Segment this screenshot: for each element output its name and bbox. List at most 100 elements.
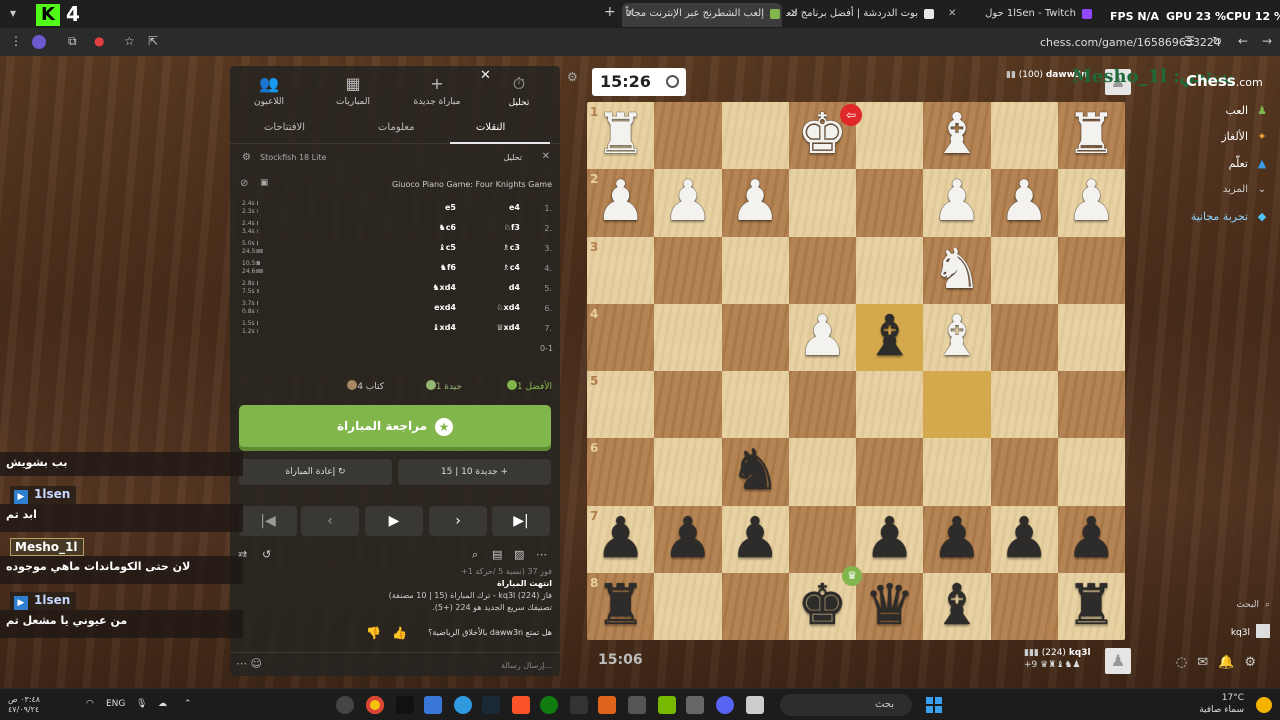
- taskbar-app-explorer[interactable]: [746, 696, 764, 714]
- hide-clock-icon[interactable]: ⊘: [240, 178, 248, 189]
- white-move[interactable]: ♗c3: [503, 243, 520, 252]
- white-move[interactable]: ♗c4: [503, 263, 520, 272]
- taskbar-search[interactable]: بحث: [780, 694, 912, 716]
- taskbar-app-chrome[interactable]: [366, 696, 384, 714]
- mic-icon[interactable]: 🎙: [136, 699, 147, 709]
- square-g1[interactable]: [654, 102, 722, 170]
- taskbar-app-recorder[interactable]: [336, 696, 354, 714]
- subtab-info[interactable]: معلومات: [378, 122, 414, 133]
- square-f3[interactable]: [721, 236, 789, 304]
- nav-learn[interactable]: ▲ تعلّم: [1229, 157, 1270, 170]
- white-move[interactable]: ♘f3: [504, 223, 520, 232]
- square-c5[interactable]: [923, 371, 991, 439]
- back-icon[interactable]: ←: [1238, 34, 1248, 48]
- tab-analysis[interactable]: ⏱ تحليل: [484, 74, 554, 108]
- black-move[interactable]: ♞xd4: [432, 283, 456, 292]
- square-c6[interactable]: [923, 438, 991, 506]
- white-piece-b2[interactable]: ♟: [991, 169, 1058, 236]
- rematch-button[interactable]: إعادة المباراة ↻: [239, 459, 392, 485]
- taskbar-app-files[interactable]: [628, 696, 646, 714]
- black-move[interactable]: e5: [445, 203, 456, 212]
- square-b5[interactable]: [990, 371, 1058, 439]
- square-d5[interactable]: [856, 371, 924, 439]
- tab-players[interactable]: 👥 اللاعبون: [234, 74, 304, 107]
- camera-icon[interactable]: ▨: [514, 548, 524, 561]
- white-piece-c1[interactable]: ♝: [923, 102, 990, 169]
- taskbar-app-brave[interactable]: [512, 696, 530, 714]
- white-move[interactable]: d4: [509, 283, 520, 292]
- white-piece-c2[interactable]: ♟: [923, 169, 990, 236]
- user-link[interactable]: kq3l: [1231, 624, 1270, 638]
- black-move[interactable]: exd4: [434, 303, 456, 312]
- black-piece-c7[interactable]: ♟: [923, 506, 990, 573]
- black-piece-f7[interactable]: ♟: [722, 506, 789, 573]
- chess-logo[interactable]: Chess.com: [1186, 72, 1263, 90]
- close-engine-icon[interactable]: ✕: [542, 151, 550, 162]
- white-piece-a1[interactable]: ♜: [1058, 102, 1125, 169]
- taskbar-app-tiktok[interactable]: [396, 696, 414, 714]
- square-b1[interactable]: [990, 102, 1058, 170]
- square-a3[interactable]: [1057, 236, 1125, 304]
- bottom-player-avatar[interactable]: ♟: [1105, 648, 1131, 674]
- taskbar-app-discord[interactable]: [716, 696, 734, 714]
- close-tab-icon[interactable]: ✕: [626, 3, 634, 25]
- taskbar-app-nvidia[interactable]: [658, 696, 676, 714]
- site-settings-icon[interactable]: ☰: [1184, 34, 1195, 48]
- square-a4[interactable]: [1057, 303, 1125, 371]
- gear-icon[interactable]: ⚙: [567, 70, 578, 84]
- next-move-button[interactable]: ›: [429, 506, 487, 536]
- new-game-button[interactable]: 15 | 10 جديدة +: [398, 459, 551, 485]
- cloud-icon[interactable]: ☁: [158, 699, 167, 709]
- prev-move-button[interactable]: ‹: [301, 506, 359, 536]
- white-piece-a2[interactable]: ♟: [1058, 169, 1125, 236]
- clipboard-icon[interactable]: ▣: [260, 178, 269, 188]
- square-e2[interactable]: [788, 169, 856, 237]
- kick-app-icon[interactable]: K: [36, 4, 60, 26]
- tab-chatbot[interactable]: ✕ بوت الدردشة | أفضل برنامج لتعز: [786, 3, 936, 27]
- taskbar-app-blender[interactable]: [598, 696, 616, 714]
- square-a6[interactable]: [1057, 438, 1125, 506]
- nav-free-trial[interactable]: ◆ تجربة مجانية: [1191, 210, 1270, 223]
- square-a5[interactable]: [1057, 371, 1125, 439]
- white-piece-f2[interactable]: ♟: [722, 169, 789, 236]
- white-piece-c3[interactable]: ♞: [923, 237, 990, 304]
- black-move[interactable]: ♝xd4: [432, 323, 456, 332]
- tab-games[interactable]: ▦ المباريات: [318, 74, 388, 107]
- bell-icon[interactable]: 🔔: [1218, 655, 1244, 670]
- close-tab-icon[interactable]: ✕: [790, 3, 798, 25]
- square-d2[interactable]: [856, 169, 924, 237]
- share-icon[interactable]: ⋯: [536, 548, 547, 561]
- white-move[interactable]: ♕xd4: [496, 323, 520, 332]
- square-b4[interactable]: [990, 303, 1058, 371]
- bookmark-star-icon[interactable]: ☆: [124, 34, 135, 48]
- thumbs-down-icon[interactable]: 👎: [366, 626, 381, 640]
- forward-icon[interactable]: →: [1262, 34, 1272, 48]
- square-f4[interactable]: [721, 303, 789, 371]
- last-move-button[interactable]: ▶|: [492, 506, 550, 536]
- first-move-button[interactable]: |◀: [239, 506, 297, 536]
- message-input[interactable]: ⋯ ☺ إرسال رسالة...: [230, 652, 560, 676]
- square-d6[interactable]: [856, 438, 924, 506]
- close-tab-icon[interactable]: ✕: [948, 3, 956, 25]
- black-piece-a7[interactable]: ♟: [1058, 506, 1125, 573]
- square-g5[interactable]: [654, 371, 722, 439]
- black-move[interactable]: ♞f6: [440, 263, 456, 272]
- square-d1[interactable]: [856, 102, 924, 170]
- subtab-moves[interactable]: النقلات: [476, 122, 505, 133]
- bottom-player[interactable]: ▮▮▮ (224) kq3l +9 ♛♜♝♞♟: [1024, 648, 1091, 670]
- new-tab-button[interactable]: +: [604, 4, 616, 20]
- mail-icon[interactable]: ✉: [1197, 655, 1218, 670]
- game-review-button[interactable]: مراجعة المباراة ★: [239, 405, 551, 447]
- tab-chess[interactable]: ✕ إلعب الشطرنج عبر الإنترنت مجاناً: [622, 3, 782, 27]
- chat-icon[interactable]: ◌: [1176, 655, 1197, 670]
- language-indicator[interactable]: ENG: [106, 699, 125, 709]
- black-piece-f6[interactable]: ♞: [722, 438, 789, 505]
- clock[interactable]: ٠٣:٤٨ ص ٤٧/٠٩/٢٤: [8, 695, 40, 715]
- chess-board[interactable]: ♜ ♚ ♝ ♜ ♟ ♟ ♟ ♟ ♟ ♟ ♞ ♟ ♝ ♝ ♞ ♟ ♟ ♟ ♟ ♟ ♟ ♟ ♜ ♚ ♛ ♝ ♜ 1 2 3 4 5 6 7 8 h g f e d…: [587, 102, 1125, 640]
- tab-search-icon[interactable]: ▾: [10, 6, 16, 20]
- black-piece-b7[interactable]: ♟: [991, 506, 1058, 573]
- nav-more[interactable]: ⌄ المزيد: [1223, 184, 1270, 195]
- black-move[interactable]: ♝c5: [439, 243, 456, 252]
- extension-icon[interactable]: ⧉: [68, 34, 77, 49]
- taskbar-app-steam[interactable]: [482, 696, 500, 714]
